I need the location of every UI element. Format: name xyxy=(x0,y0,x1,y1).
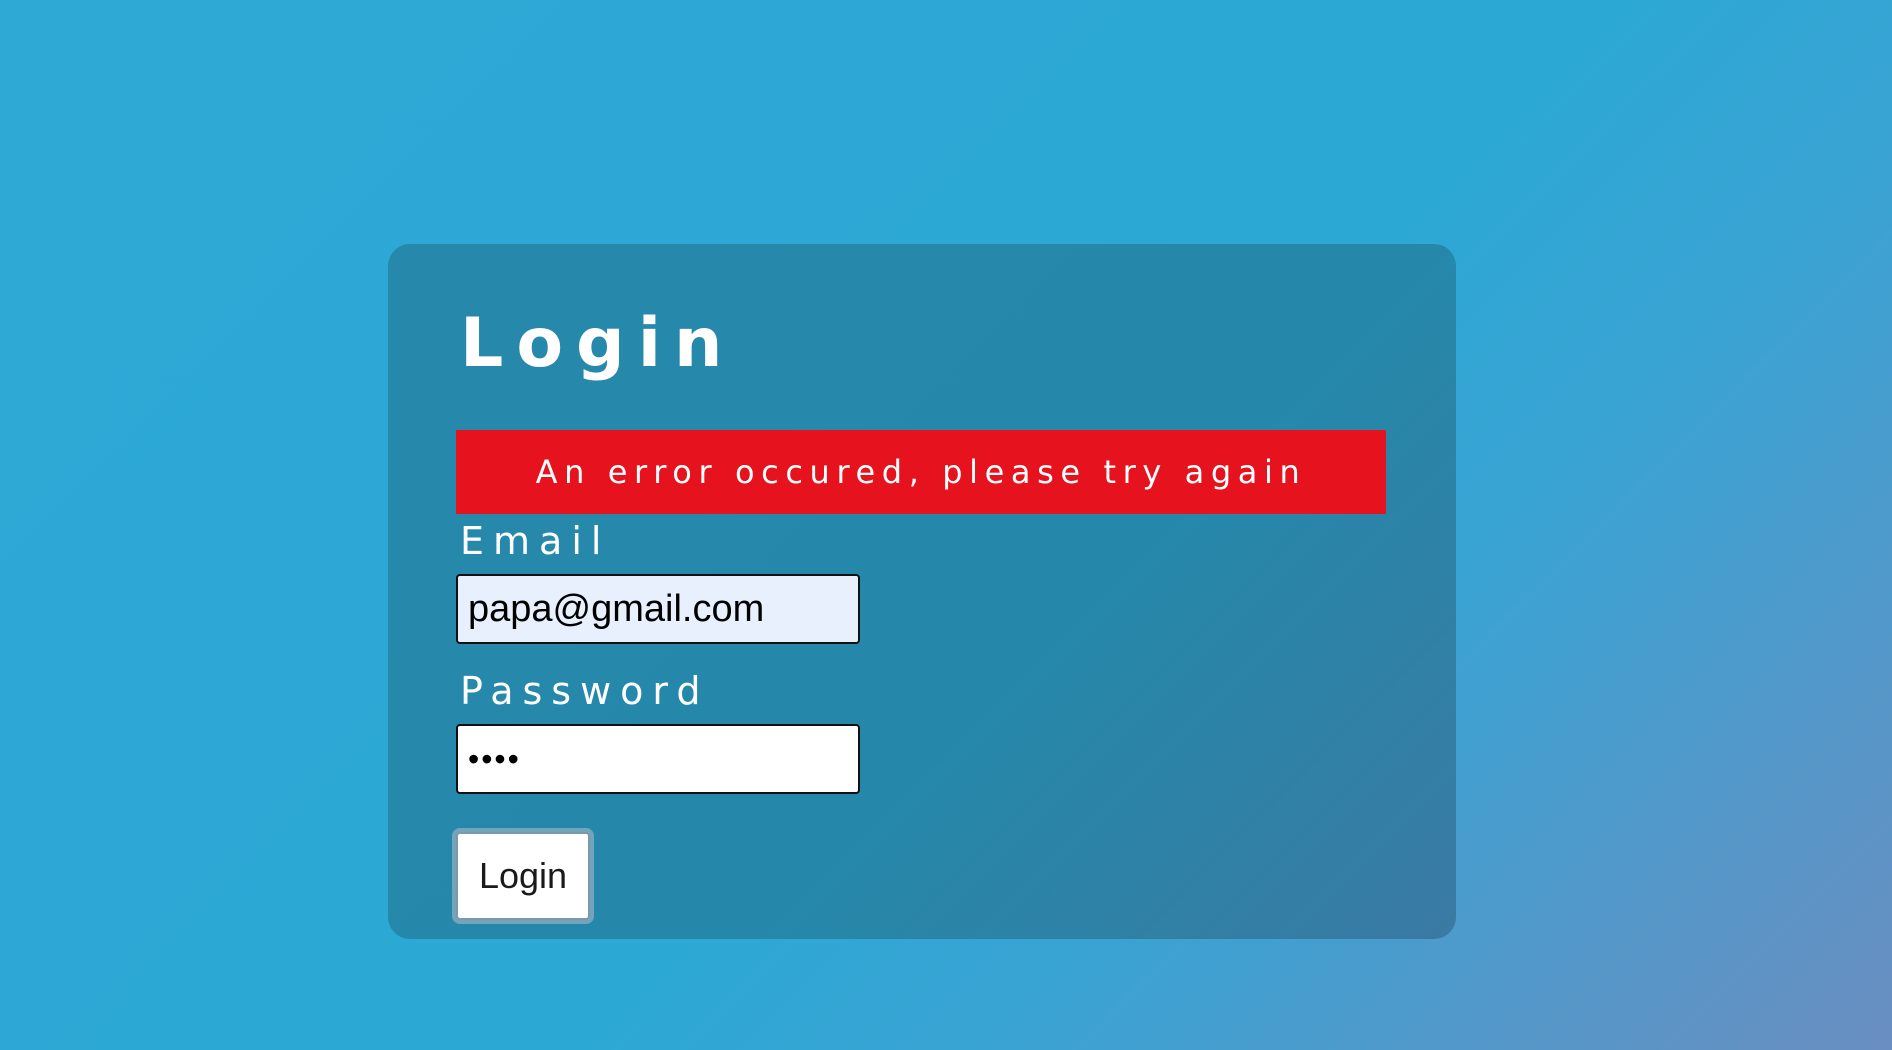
password-field[interactable] xyxy=(456,724,860,794)
email-label: Email xyxy=(460,519,611,563)
login-card: Login An error occured, please try again… xyxy=(388,244,1456,939)
login-title: Login xyxy=(460,304,736,383)
login-button[interactable]: Login xyxy=(456,832,590,920)
error-message: An error occured, please try again xyxy=(535,453,1307,491)
password-label: Password xyxy=(460,669,710,713)
error-banner: An error occured, please try again xyxy=(456,430,1386,514)
email-field[interactable] xyxy=(456,574,860,644)
